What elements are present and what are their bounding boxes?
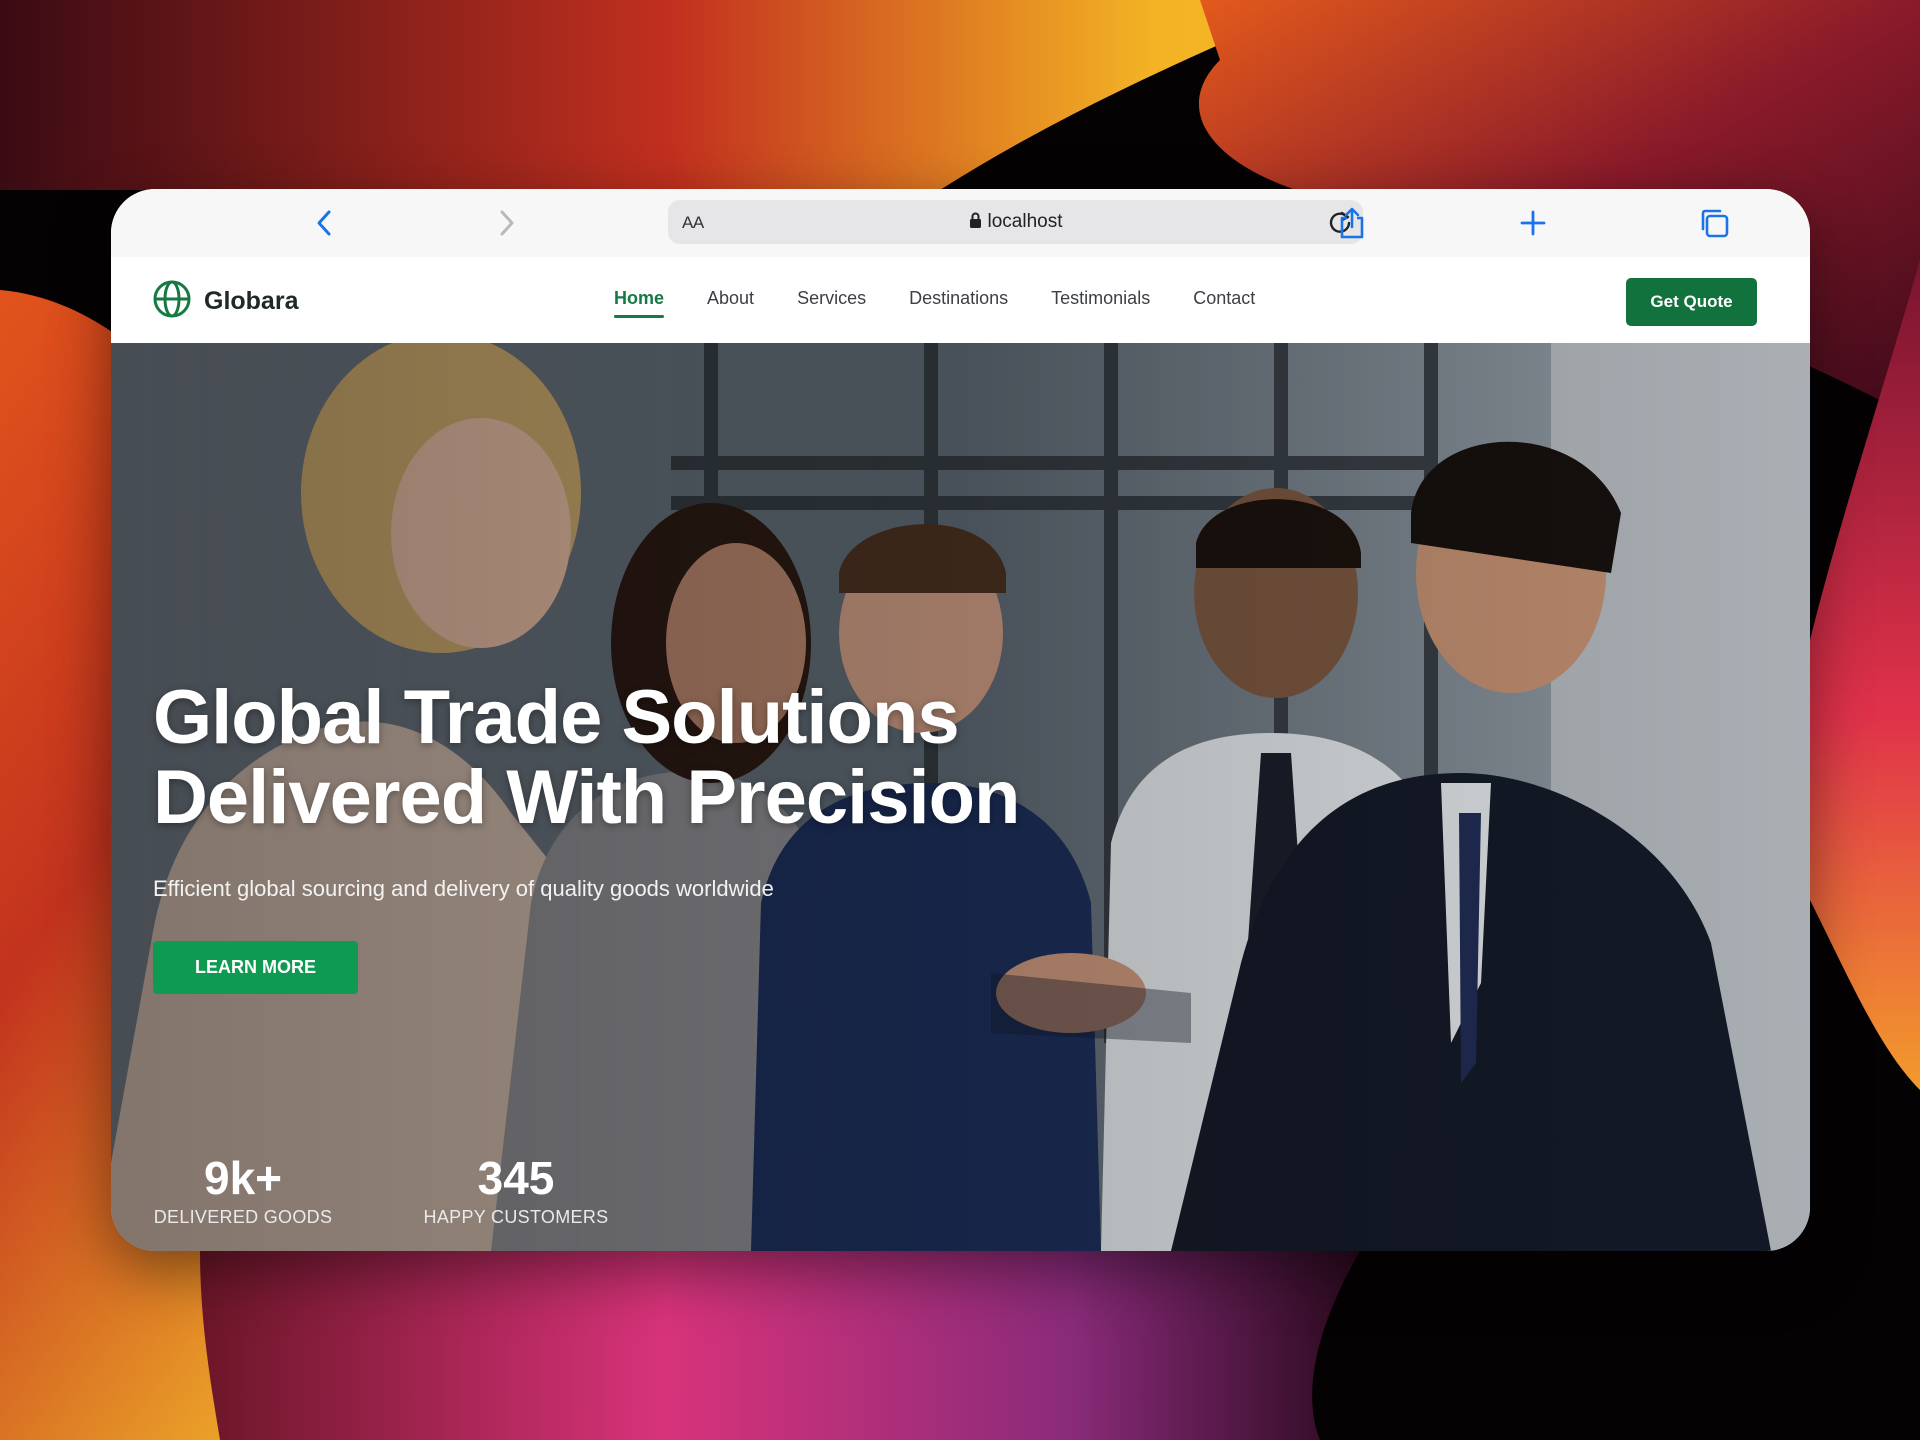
url-display[interactable]: localhost <box>668 211 1363 235</box>
nav-home[interactable]: Home <box>614 288 665 318</box>
brand-name: Globara <box>204 287 299 315</box>
url-text: localhost <box>987 211 1063 232</box>
stat-value: 345 <box>477 1152 555 1204</box>
nav-destinations[interactable]: Destinations <box>909 288 1008 309</box>
browser-toolbar: AA localhost <box>111 189 1810 257</box>
nav-about[interactable]: About <box>707 288 754 309</box>
learn-more-button[interactable]: LEARN MORE <box>153 941 358 994</box>
nav-services[interactable]: Services <box>797 288 866 309</box>
nav-testimonials[interactable]: Testimonials <box>1051 288 1150 309</box>
stat-label: DELIVERED GOODS <box>153 1207 333 1227</box>
screenshot-stage: AA localhost Globara Home About Services… <box>0 0 1920 1440</box>
hero-section: Global Trade Solutions Delivered With Pr… <box>111 343 1810 1251</box>
back-icon[interactable] <box>305 203 345 243</box>
tabs-icon[interactable] <box>1694 203 1734 243</box>
new-tab-icon[interactable] <box>1513 203 1553 243</box>
hero-title: Global Trade Solutions Delivered With Pr… <box>153 678 1353 838</box>
hero-title-line-2: Delivered With Precision <box>153 755 1020 840</box>
globe-icon <box>152 279 192 324</box>
stat-delivered-goods: 9k+ DELIVERED GOODS <box>153 1153 333 1228</box>
forward-icon[interactable] <box>486 203 526 243</box>
site-logo[interactable]: Globara <box>152 279 298 324</box>
stat-happy-customers: 345 HAPPY CUSTOMERS <box>416 1153 616 1228</box>
hero-title-line-1: Global Trade Solutions <box>153 675 960 760</box>
share-icon[interactable] <box>1332 203 1372 243</box>
main-nav: Home About Services Destinations Testimo… <box>614 288 1298 318</box>
hero-subtitle: Efficient global sourcing and delivery o… <box>153 876 774 901</box>
browser-window: AA localhost Globara Home About Services… <box>111 189 1810 1251</box>
get-quote-button[interactable]: Get Quote <box>1626 278 1757 326</box>
stat-value: 9k+ <box>203 1152 283 1204</box>
nav-contact[interactable]: Contact <box>1193 288 1255 309</box>
site-header: Globara Home About Services Destinations… <box>111 257 1810 343</box>
address-bar[interactable]: AA localhost <box>668 200 1363 244</box>
stat-label: HAPPY CUSTOMERS <box>423 1207 609 1227</box>
lock-icon <box>969 212 982 235</box>
